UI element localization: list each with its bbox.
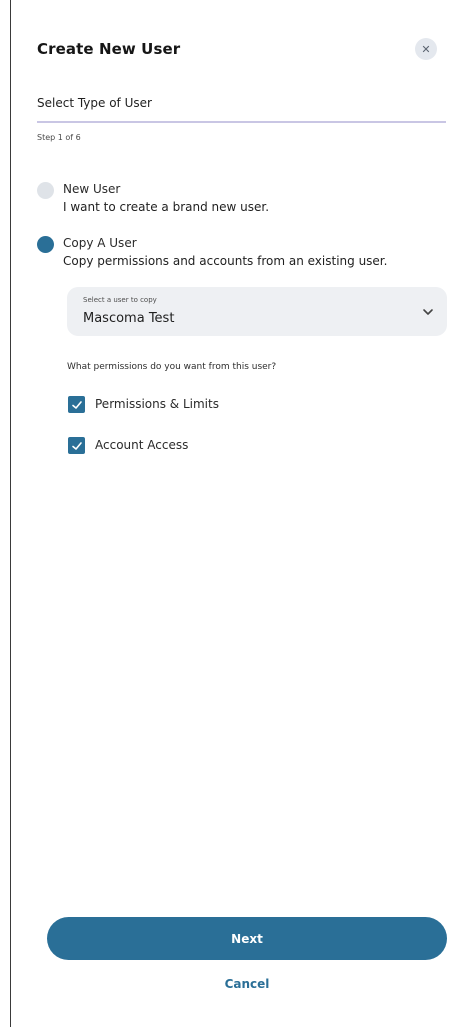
- radio-description-new-user: I want to create a brand new user.: [63, 200, 270, 214]
- radio-button-copy-user[interactable]: [37, 236, 54, 253]
- dialog-title: Create New User: [37, 40, 181, 58]
- checkbox-label-account-access: Account Access: [95, 438, 189, 452]
- radio-label-copy-user: Copy A User: [63, 236, 137, 250]
- checkbox-row-account-access[interactable]: Account Access: [68, 437, 368, 455]
- checkbox-label-permissions-limits: Permissions & Limits: [95, 397, 219, 411]
- step-counter: Step 1 of 6: [37, 133, 81, 142]
- chevron-down-icon: [423, 309, 433, 315]
- step-title: Select Type of User: [37, 96, 152, 110]
- radio-description-copy-user: Copy permissions and accounts from an ex…: [63, 254, 388, 268]
- checkbox-account-access[interactable]: [68, 437, 85, 454]
- radio-option-new-user[interactable]: New User I want to create a brand new us…: [37, 182, 447, 218]
- dialog-header: Create New User ✕: [37, 38, 437, 64]
- create-user-panel: Create New User ✕ Select Type of User St…: [10, 0, 461, 1027]
- radio-button-new-user[interactable]: [37, 182, 54, 199]
- select-value: Mascoma Test: [83, 311, 175, 326]
- checkmark-icon: [71, 441, 82, 450]
- step-progress-divider: [37, 121, 446, 123]
- checkmark-icon: [71, 400, 82, 409]
- checkbox-permissions-limits[interactable]: [68, 396, 85, 413]
- close-icon: ✕: [421, 42, 431, 56]
- checkbox-row-permissions-limits[interactable]: Permissions & Limits: [68, 396, 368, 414]
- close-button[interactable]: ✕: [415, 38, 437, 60]
- permissions-question: What permissions do you want from this u…: [67, 362, 277, 372]
- next-button[interactable]: Next: [47, 917, 447, 960]
- select-caption: Select a user to copy: [83, 296, 157, 304]
- copy-user-select[interactable]: Select a user to copy Mascoma Test: [67, 287, 447, 336]
- radio-option-copy-user[interactable]: Copy A User Copy permissions and account…: [37, 236, 447, 272]
- cancel-link[interactable]: Cancel: [47, 977, 447, 991]
- radio-label-new-user: New User: [63, 182, 121, 196]
